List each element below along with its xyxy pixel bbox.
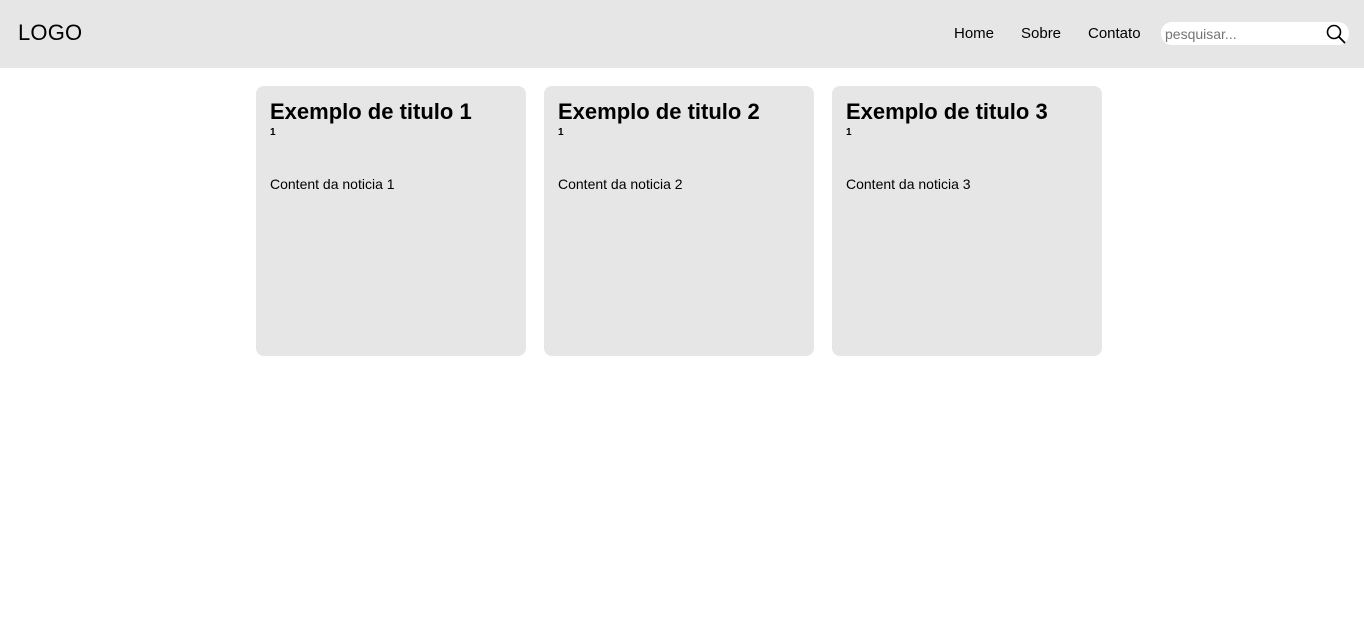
card-title: Exemplo de titulo 1: [270, 99, 472, 124]
card-subtitle: 1: [270, 127, 276, 138]
top-header: LOGO Home Sobre Contato: [0, 0, 1364, 68]
logo[interactable]: LOGO: [18, 20, 82, 46]
card-subtitle: 1: [558, 127, 564, 138]
card-title: Exemplo de titulo 3: [846, 99, 1048, 124]
nav-link-contato[interactable]: Contato: [1088, 24, 1141, 43]
card-content: Content da noticia 1: [270, 176, 395, 192]
search-input[interactable]: [1165, 22, 1315, 45]
search-box: [1161, 22, 1349, 45]
news-card[interactable]: Exemplo de titulo 2 1 Content da noticia…: [544, 86, 814, 356]
card-title: Exemplo de titulo 2: [558, 99, 760, 124]
news-card[interactable]: Exemplo de titulo 1 1 Content da noticia…: [256, 86, 526, 356]
card-subtitle: 1: [846, 127, 852, 138]
card-content: Content da noticia 3: [846, 176, 971, 192]
nav-link-home[interactable]: Home: [954, 24, 994, 43]
search-icon[interactable]: [1326, 24, 1346, 44]
news-card[interactable]: Exemplo de titulo 3 1 Content da noticia…: [832, 86, 1102, 356]
nav-link-sobre[interactable]: Sobre: [1021, 24, 1061, 43]
card-content: Content da noticia 2: [558, 176, 683, 192]
